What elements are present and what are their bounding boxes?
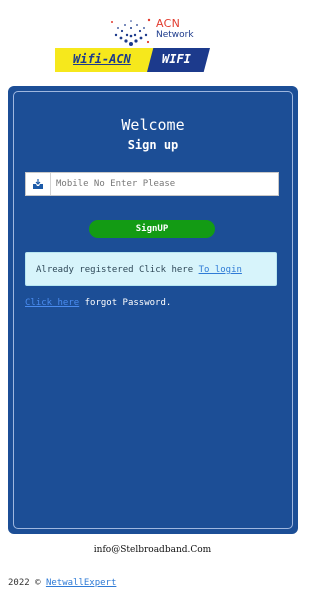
mobile-number-input[interactable] [52,173,280,195]
logo-text-acn: ACN [156,17,181,30]
inbox-icon [26,173,51,195]
signup-heading: Sign up [127,138,179,152]
banner-wifi-label: WIFI [162,52,191,66]
netwallexpert-link[interactable]: NetwallExpert [46,578,116,588]
welcome-heading: Welcome [121,116,185,134]
signal-dots-icon [111,18,151,46]
already-registered-notice: Already registered Click here To login [25,252,277,286]
signup-button[interactable]: SignUP [89,220,215,238]
signup-card: Welcome Sign up SignUP Already registere… [8,86,298,534]
to-login-link[interactable]: To login [199,265,242,275]
forgot-password-text: forgot Password. [79,298,172,308]
notice-text: Already registered Click here [36,265,199,275]
mobile-input-group [25,172,280,196]
forgot-click-here-link[interactable]: Click here [25,298,79,308]
contact-email: info@Stelbroadband.Com [93,545,212,555]
footer: 2022 © NetwallExpert [8,578,116,588]
logo-text-network: Network [156,30,194,40]
footer-copyright: 2022 © [8,578,46,588]
banner-wifi-acn-link[interactable]: Wifi-ACN [73,52,131,66]
wifi-banner: Wifi-ACN WIFI [55,48,210,72]
acn-logo: ACN Network [108,14,208,48]
signup-card-border [13,91,293,529]
forgot-password-row: Click here forgot Password. [25,298,171,308]
